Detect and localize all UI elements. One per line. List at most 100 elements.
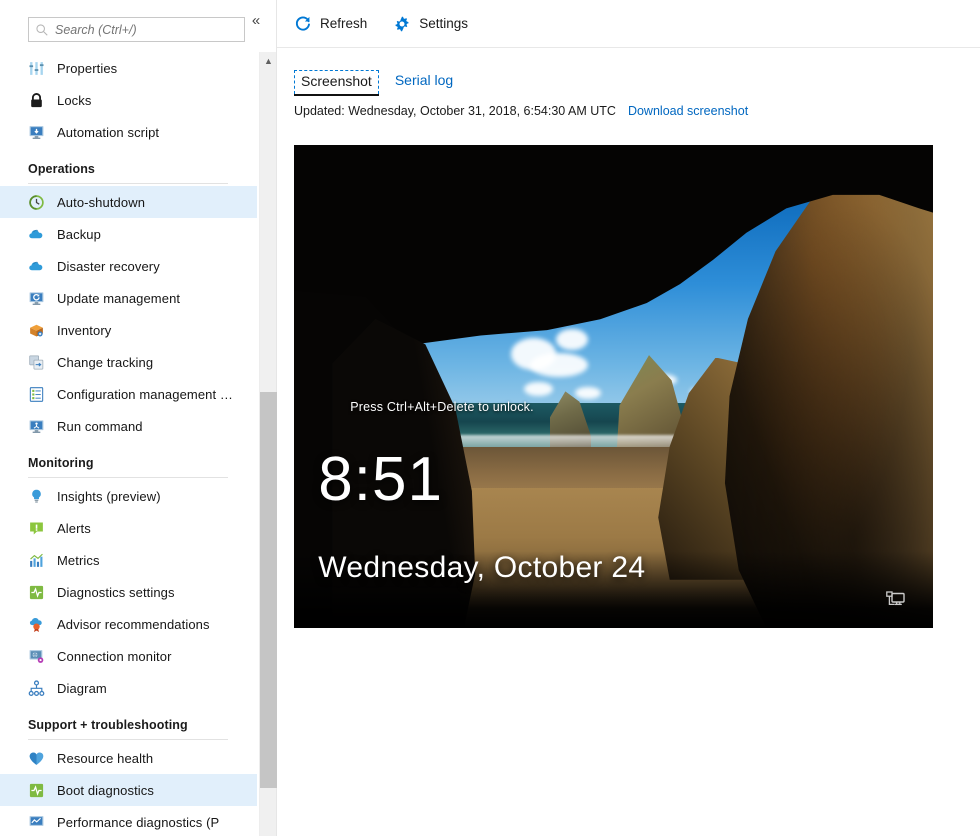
sliders-icon <box>28 60 45 77</box>
settings-label: Settings <box>419 16 468 31</box>
collapse-sidebar-button[interactable]: « <box>246 10 266 30</box>
tab-serial-log[interactable]: Serial log <box>388 69 460 94</box>
sidebar-item-disaster-recovery[interactable]: Disaster recovery <box>0 250 257 282</box>
sidebar-item-advisor-recommendations[interactable]: Advisor recommendations <box>0 608 257 640</box>
sidebar-item-label: Update management <box>57 291 180 306</box>
sidebar-item-label: Advisor recommendations <box>57 617 210 632</box>
search-box[interactable] <box>28 17 245 42</box>
main-content: Refresh Settings Screenshot Serial log U… <box>277 0 980 836</box>
sidebar-item-label: Run command <box>57 419 143 434</box>
sidebar-item-metrics[interactable]: Metrics <box>0 544 257 576</box>
scrollbar-thumb[interactable] <box>260 392 277 788</box>
download-screenshot-link[interactable]: Download screenshot <box>628 104 748 118</box>
sidebar-item-locks[interactable]: Locks <box>0 84 257 116</box>
refresh-button[interactable]: Refresh <box>294 9 377 39</box>
run-command-icon <box>28 418 45 435</box>
search-input[interactable] <box>55 23 235 37</box>
sidebar-item-update-management[interactable]: Update management <box>0 282 257 314</box>
sidebar-item-label: Connection monitor <box>57 649 172 664</box>
lock-screen-render: Press Ctrl+Alt+Delete to unlock. 8:51 We… <box>294 145 933 628</box>
sidebar-item-label: Alerts <box>57 521 91 536</box>
view-tabs: Screenshot Serial log <box>277 48 980 94</box>
sidebar-item-performance-diagnostics[interactable]: Performance diagnostics (P <box>0 806 257 836</box>
automation-script-icon <box>28 124 45 141</box>
sidebar-item-insights[interactable]: Insights (preview) <box>0 480 257 512</box>
section-divider <box>28 477 228 478</box>
sidebar-item-label: Diagram <box>57 681 107 696</box>
cloud-shape <box>524 382 553 396</box>
update-management-icon <box>28 290 45 307</box>
sidebar-item-label: Locks <box>57 93 91 108</box>
sidebar-section-operations: Operations <box>0 148 257 184</box>
sidebar-item-label: Disaster recovery <box>57 259 160 274</box>
boot-screenshot-image: Press Ctrl+Alt+Delete to unlock. 8:51 We… <box>294 145 933 628</box>
sidebar-item-connection-monitor[interactable]: Connection monitor <box>0 640 257 672</box>
sidebar-item-resource-health[interactable]: Resource health <box>0 742 257 774</box>
sidebar-item-auto-shutdown[interactable]: Auto-shutdown <box>0 186 257 218</box>
sidebar-item-diagnostics-settings[interactable]: Diagnostics settings <box>0 576 257 608</box>
section-title: Operations <box>28 162 257 176</box>
sidebar-item-label: Properties <box>57 61 117 76</box>
sidebar-item-diagram[interactable]: Diagram <box>0 672 257 704</box>
sidebar-item-label: Auto-shutdown <box>57 195 145 210</box>
lock-icon <box>28 92 45 109</box>
disaster-recovery-icon <box>28 258 45 275</box>
sidebar-scrollbar[interactable]: ▲ <box>259 52 276 836</box>
lock-screen-hint: Press Ctrl+Alt+Delete to unlock. <box>350 400 534 414</box>
sidebar-item-label: Performance diagnostics (P <box>57 815 219 830</box>
backup-cloud-icon <box>28 226 45 243</box>
inventory-box-icon <box>28 322 45 339</box>
sidebar-item-configuration-management[interactable]: Configuration management … <box>0 378 257 410</box>
sidebar-section-support: Support + troubleshooting <box>0 704 257 740</box>
sidebar-item-automation-script[interactable]: Automation script <box>0 116 257 148</box>
section-divider <box>28 739 228 740</box>
resource-sidebar: « Properties <box>0 0 277 836</box>
sidebar-item-label: Backup <box>57 227 101 242</box>
sidebar-item-label: Change tracking <box>57 355 153 370</box>
sidebar-item-label: Boot diagnostics <box>57 783 154 798</box>
lightbulb-icon <box>28 488 45 505</box>
alert-icon <box>28 520 45 537</box>
sidebar-item-inventory[interactable]: Inventory <box>0 314 257 346</box>
settings-button[interactable]: Settings <box>393 9 478 39</box>
boot-diagnostics-icon <box>28 782 45 799</box>
command-toolbar: Refresh Settings <box>277 0 980 48</box>
diagnostics-icon <box>28 584 45 601</box>
sidebar-item-label: Insights (preview) <box>57 489 161 504</box>
sidebar-item-change-tracking[interactable]: Change tracking <box>0 346 257 378</box>
change-tracking-icon <box>28 354 45 371</box>
configuration-management-icon <box>28 386 45 403</box>
sidebar-item-alerts[interactable]: Alerts <box>0 512 257 544</box>
tab-screenshot[interactable]: Screenshot <box>294 70 379 94</box>
performance-diagnostics-icon <box>28 814 45 831</box>
section-title: Support + troubleshooting <box>28 718 257 732</box>
search-icon <box>35 23 49 37</box>
cloud-shape <box>575 387 601 400</box>
clock-icon <box>28 194 45 211</box>
sidebar-item-label: Configuration management … <box>57 387 233 402</box>
gear-icon <box>393 15 411 33</box>
lock-screen-time: 8:51 <box>318 449 443 511</box>
sidebar-item-boot-diagnostics[interactable]: Boot diagnostics <box>0 774 257 806</box>
sidebar-search-row: « <box>0 0 276 52</box>
sidebar-item-backup[interactable]: Backup <box>0 218 257 250</box>
updated-timestamp: Updated: Wednesday, October 31, 2018, 6:… <box>294 104 616 118</box>
sidebar-item-label: Metrics <box>57 553 100 568</box>
sidebar-item-run-command[interactable]: Run command <box>0 410 257 442</box>
sidebar-item-label: Automation script <box>57 125 159 140</box>
updated-status-row: Updated: Wednesday, October 31, 2018, 6:… <box>277 94 980 118</box>
diagram-icon <box>28 680 45 697</box>
connection-monitor-icon <box>28 648 45 665</box>
metrics-chart-icon <box>28 552 45 569</box>
sidebar-item-label: Diagnostics settings <box>57 585 175 600</box>
cloud-shape <box>530 353 588 377</box>
network-monitor-icon <box>885 590 907 610</box>
sidebar-section-monitoring: Monitoring <box>0 442 257 478</box>
sidebar-item-properties[interactable]: Properties <box>0 52 257 84</box>
sidebar-item-label: Resource health <box>57 751 153 766</box>
refresh-label: Refresh <box>320 16 367 31</box>
advisor-icon <box>28 616 45 633</box>
scroll-up-arrow-icon[interactable]: ▲ <box>260 52 277 69</box>
refresh-icon <box>294 15 312 33</box>
sidebar-nav-scroll: Properties Locks <box>0 52 257 836</box>
